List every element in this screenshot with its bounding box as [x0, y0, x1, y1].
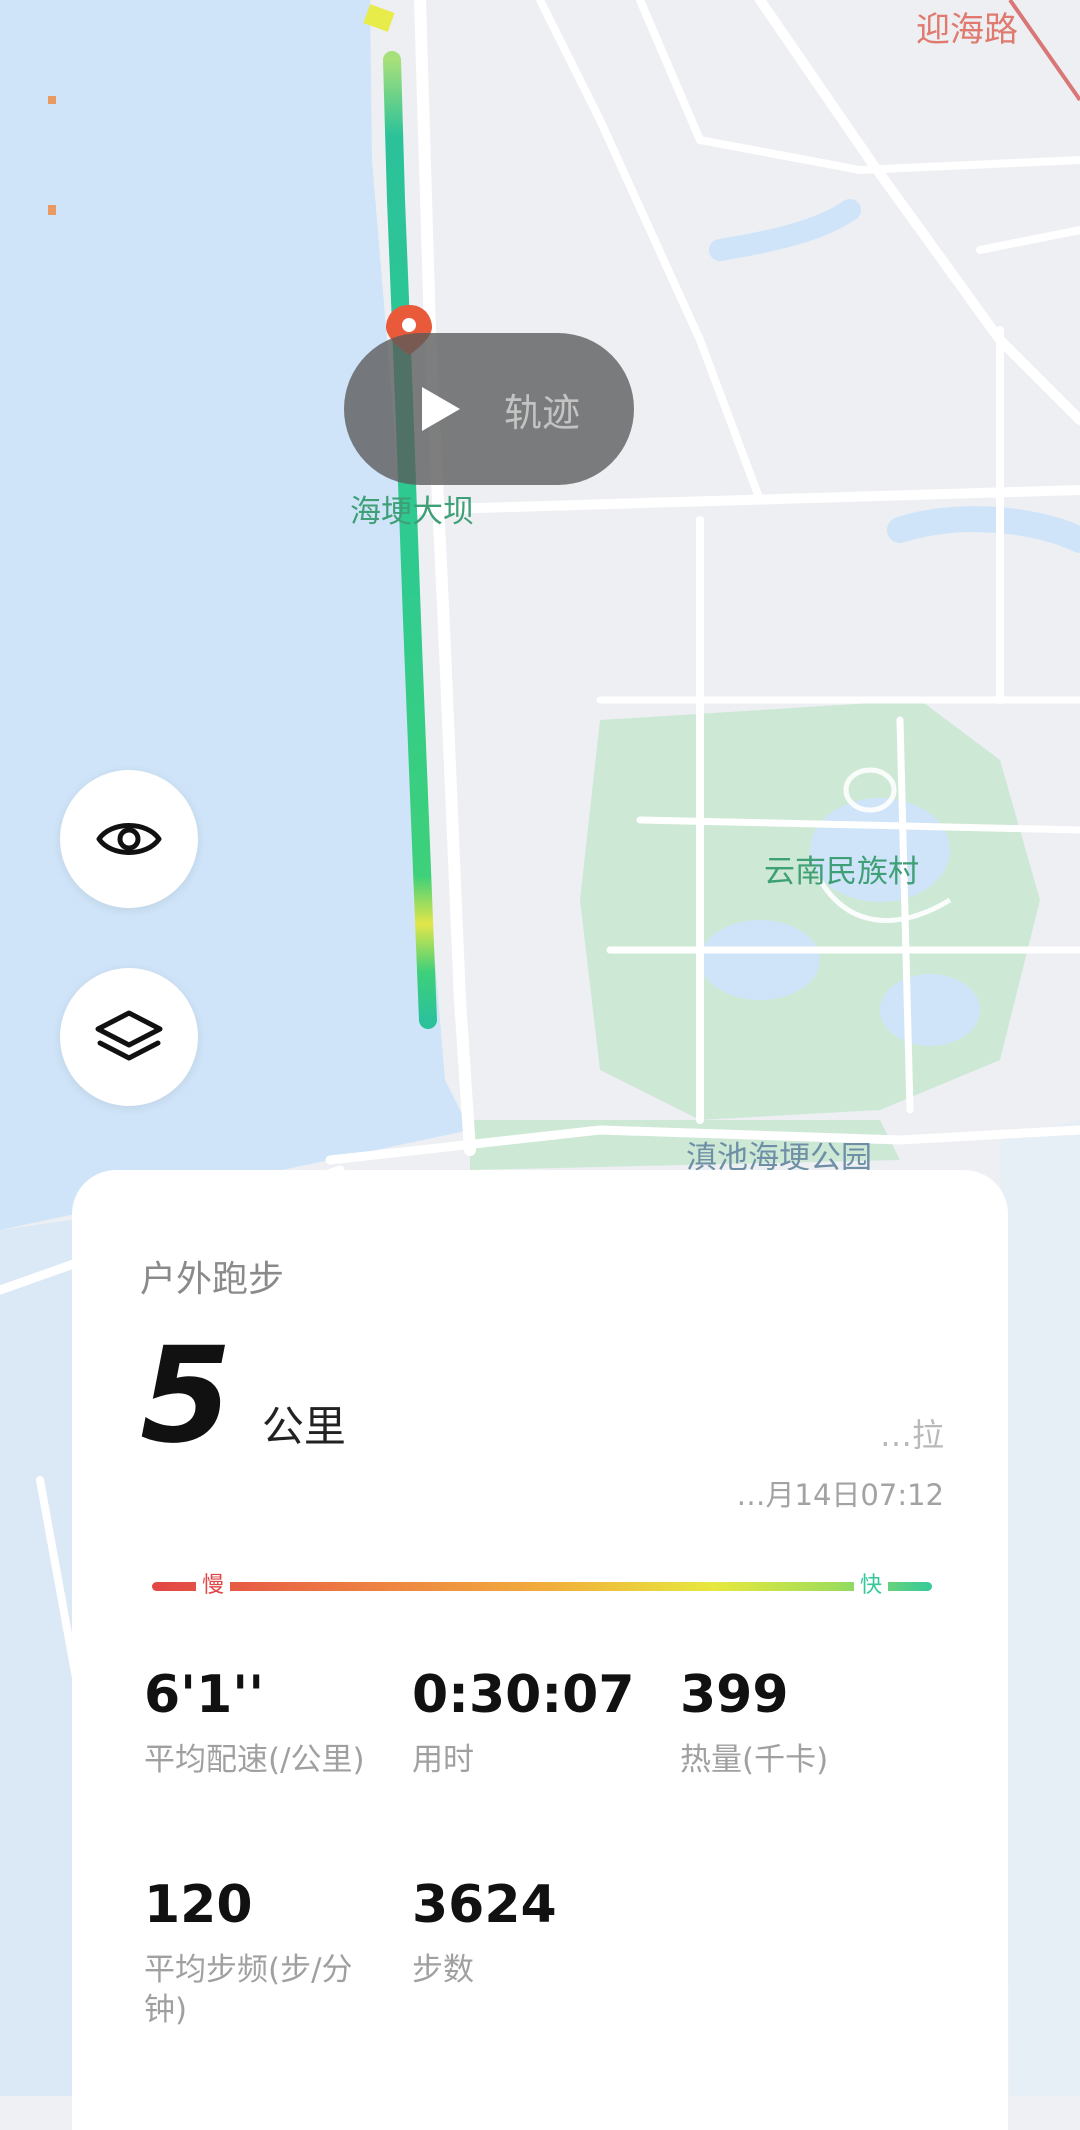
road-label: 迎海路	[916, 10, 1018, 50]
distance-display: 5 公里	[140, 1330, 346, 1462]
visibility-toggle-button[interactable]	[60, 770, 198, 908]
run-summary-card: 户外跑步 5 公里 …拉 …月14日07:12 慢 快 6'1'' 平均配速(/…	[72, 1170, 1008, 2130]
calories-value: 399	[680, 1665, 789, 1725]
cadence-value: 120	[144, 1875, 253, 1935]
layers-icon	[95, 1010, 163, 1061]
stat-calories: 399 热量(千卡)	[680, 1665, 940, 1780]
track-replay-label: 轨迹	[504, 390, 581, 435]
pace-gradient-bar	[152, 1582, 932, 1591]
run-datetime: …月14日07:12	[736, 1478, 944, 1512]
user-name: …拉	[879, 1416, 944, 1454]
time-value: 0:30:07	[412, 1665, 635, 1725]
time-label: 用时	[412, 1741, 474, 1778]
pace-label: 平均配速(/公里)	[144, 1741, 365, 1778]
steps-label: 步数	[412, 1951, 474, 1988]
eye-icon	[96, 823, 162, 855]
activity-type: 户外跑步	[140, 1259, 285, 1300]
stat-time: 0:30:07 用时	[412, 1665, 652, 1780]
distance-unit: 公里	[261, 1402, 346, 1451]
map-park	[580, 700, 1040, 1120]
pace-value: 6'1''	[144, 1665, 265, 1725]
pace-slow-label: 慢	[196, 1570, 231, 1602]
track-replay-button[interactable]: 轨迹	[344, 333, 634, 485]
calories-label: 热量(千卡)	[680, 1741, 829, 1778]
stat-cadence: 120 平均步频(步/分钟)	[144, 1875, 394, 2030]
village-label: 云南民族村	[764, 854, 919, 890]
pace-fast-label: 快	[853, 1570, 888, 1602]
stat-steps: 3624 步数	[412, 1875, 652, 1990]
distance-value: 5	[140, 1319, 232, 1473]
dam-label: 海埂大坝	[350, 494, 474, 530]
stat-pace: 6'1'' 平均配速(/公里)	[144, 1665, 384, 1780]
pace-legend: 慢 快	[152, 1570, 932, 1602]
map-layers-button[interactable]	[60, 968, 198, 1106]
steps-value: 3624	[412, 1875, 557, 1935]
cadence-label: 平均步频(步/分钟)	[144, 1951, 353, 2029]
play-icon	[422, 387, 460, 431]
